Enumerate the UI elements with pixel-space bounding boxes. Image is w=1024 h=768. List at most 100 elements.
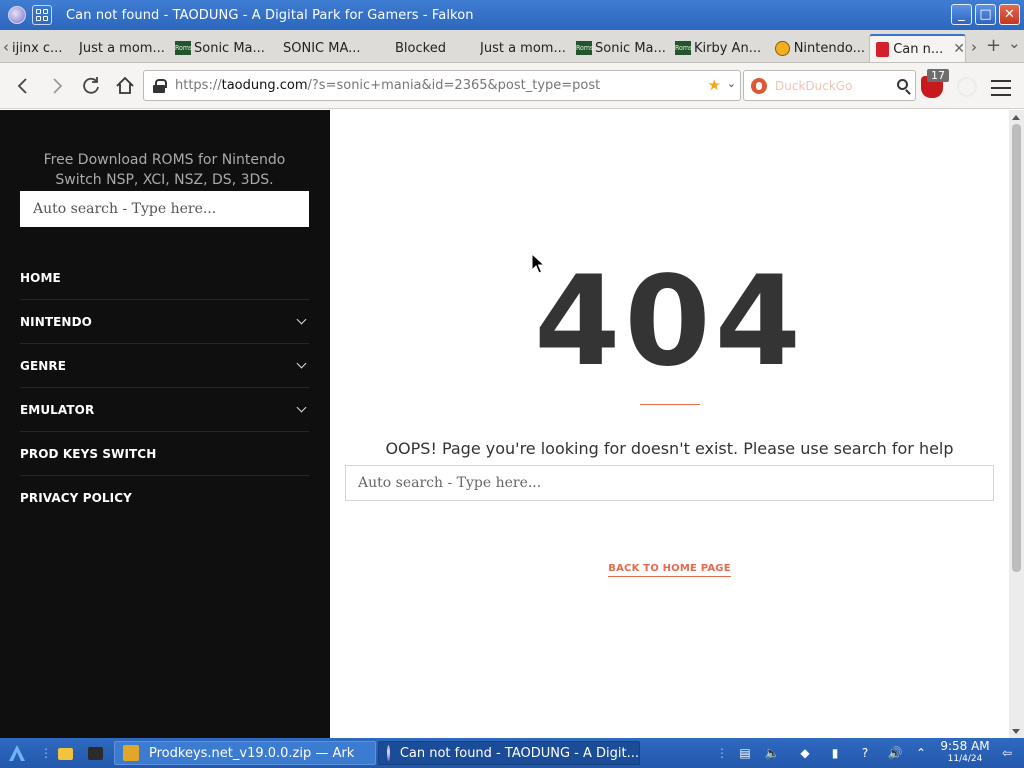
menu-item-label: PROD KEYS SWITCH <box>20 446 157 461</box>
tab-label: Nintendo... <box>793 40 865 56</box>
extension-icon[interactable] <box>957 77 977 97</box>
tray-expand-icon[interactable]: ⌃ <box>913 745 929 761</box>
back-icon[interactable] <box>10 73 36 99</box>
drag-handle-icon[interactable]: ⋮ <box>38 745 54 761</box>
page-scrollbar[interactable] <box>1009 110 1024 738</box>
sidebar-search-input[interactable] <box>20 191 309 227</box>
tab-label: Just a mom... <box>79 40 165 56</box>
maximize-button[interactable]: □ <box>975 4 996 25</box>
close-window-button[interactable]: ✕ <box>999 4 1020 25</box>
tab-label: Sonic Ma... <box>194 40 265 56</box>
chevron-down-icon[interactable] <box>296 358 307 368</box>
back-to-home-link[interactable]: BACK TO HOME PAGE <box>608 563 731 577</box>
tab-8[interactable]: Nintendo... <box>775 34 865 62</box>
tab-scroll-right-icon[interactable]: › <box>971 38 977 56</box>
forward-icon[interactable] <box>44 73 70 99</box>
hamburger-menu-icon[interactable] <box>991 80 1011 101</box>
menu-item-privacy-policy[interactable]: PRIVACY POLICY <box>20 476 309 520</box>
ark-archive-icon <box>123 745 139 761</box>
tab-label: ijinx c... <box>12 40 63 56</box>
clock-date: 11/4/24 <box>947 754 983 764</box>
scrollbar-thumb[interactable] <box>1012 124 1021 572</box>
site-nav-menu: HOME NINTENDO GENRE EMULATOR PROD KEYS S… <box>20 256 309 520</box>
window-menu-icon[interactable] <box>32 5 52 25</box>
tab-7[interactable]: Roms Kirby An... <box>675 34 767 62</box>
tab-list-icon[interactable]: ⌄ <box>1008 34 1021 52</box>
tab-label: Kirby An... <box>694 40 762 56</box>
taskbar-item-label: Prodkeys.net_v19.0.0.zip — Ark <box>149 745 355 761</box>
menu-item-home[interactable]: HOME <box>20 256 309 300</box>
kde-connect-icon[interactable]: ◆ <box>797 745 813 761</box>
error-search-input[interactable] <box>345 465 994 501</box>
volume-icon[interactable]: 🔈 <box>764 745 780 761</box>
menu-item-label: NINTENDO <box>20 314 92 329</box>
tray-handle-icon[interactable]: ⋮ <box>714 745 730 761</box>
scroll-up-arrow-icon[interactable] <box>1012 115 1020 120</box>
falkon-app-icon[interactable] <box>8 6 26 24</box>
roms-icon: Roms <box>675 41 692 55</box>
menu-item-label: HOME <box>20 270 61 285</box>
menu-item-prod-keys-switch[interactable]: PROD KEYS SWITCH <box>20 432 309 476</box>
roms-icon: Roms <box>175 41 192 55</box>
tab-4[interactable]: Blocked <box>395 34 465 62</box>
menu-item-emulator[interactable]: EMULATOR <box>20 388 309 432</box>
back-home-container: BACK TO HOME PAGE <box>330 556 1009 577</box>
tab-6[interactable]: Roms Sonic Ma... <box>576 34 666 62</box>
menu-item-nintendo[interactable]: NINTENDO <box>20 300 309 344</box>
tab-0[interactable]: ijinx c... <box>12 34 72 62</box>
taskbar-item-ark[interactable]: Prodkeys.net_v19.0.0.zip — Ark <box>114 741 376 765</box>
url-path: /?s=sonic+mania&id=2365&post_type=post <box>307 78 601 93</box>
menu-item-genre[interactable]: GENRE <box>20 344 309 388</box>
home-icon[interactable] <box>112 73 138 99</box>
web-search-box[interactable] <box>743 70 916 101</box>
navigation-toolbar: https://taodung.com/?s=sonic+mania&id=23… <box>0 63 1024 109</box>
tab-2[interactable]: Roms Sonic Ma... <box>175 34 265 62</box>
new-tab-icon[interactable]: + <box>986 35 1001 56</box>
tab-label: Just a mom... <box>480 40 566 56</box>
falkon-icon <box>387 745 390 761</box>
reload-icon[interactable] <box>78 73 104 99</box>
tab-active[interactable]: Can n... ✕ <box>869 34 966 62</box>
duckduckgo-icon[interactable] <box>751 77 767 94</box>
tab-1[interactable]: Just a mom... <box>79 34 169 62</box>
accent-divider <box>640 404 700 405</box>
notification-icon[interactable]: ▮ <box>827 745 843 761</box>
taskbar-item-falkon[interactable]: Can not found - TAODUNG - A Digit... <box>378 741 640 765</box>
tab-label: Sonic Ma... <box>595 40 666 56</box>
web-page: Free Download ROMS for Nintendo Switch N… <box>0 110 1024 738</box>
file-manager-icon[interactable] <box>58 748 73 760</box>
terminal-icon[interactable] <box>88 747 103 760</box>
help-icon[interactable]: ? <box>857 745 873 761</box>
taskbar-item-label: Can not found - TAODUNG - A Digit... <box>399 745 639 761</box>
bookmark-star-icon[interactable]: ★ <box>708 76 721 94</box>
tab-bar: ‹ ijinx c... Just a mom... Roms Sonic Ma… <box>0 30 1024 63</box>
tab-3[interactable]: SONIC MA... <box>283 34 373 62</box>
tab-scroll-left-icon[interactable]: ‹ <box>3 38 9 56</box>
scroll-down-arrow-icon[interactable] <box>1012 729 1020 734</box>
window-titlebar: Can not found - TAODUNG - A Digital Park… <box>0 0 1024 30</box>
error-code: 404 <box>534 250 805 394</box>
menu-item-label: EMULATOR <box>20 402 95 417</box>
clipboard-icon[interactable]: ▤ <box>737 745 753 761</box>
tab-5[interactable]: Just a mom... <box>480 34 570 62</box>
site-sidebar: Free Download ROMS for Nintendo Switch N… <box>0 110 330 738</box>
clock-time: 9:58 AM <box>940 739 990 753</box>
show-desktop-icon[interactable]: ⇦ <box>999 745 1015 761</box>
start-menu-icon[interactable] <box>7 744 27 762</box>
tab-label: Can n... <box>893 41 944 57</box>
chevron-down-icon[interactable] <box>296 402 307 412</box>
chevron-down-icon[interactable] <box>296 314 307 324</box>
web-search-input[interactable] <box>775 78 895 93</box>
search-icon[interactable] <box>897 79 908 90</box>
menu-item-label: GENRE <box>20 358 67 373</box>
tab-close-icon[interactable]: ✕ <box>953 41 965 57</box>
taodung-icon <box>876 41 890 57</box>
system-clock[interactable]: 9:58 AM 11/4/24 <box>940 740 990 766</box>
minimize-button[interactable]: _ <box>951 4 972 25</box>
audio-icon[interactable]: 🔊 <box>887 745 903 761</box>
system-taskbar: ⋮ Prodkeys.net_v19.0.0.zip — Ark Can not… <box>0 738 1024 768</box>
tab-label: SONIC MA... <box>283 40 361 56</box>
url-dropdown-chevron-icon[interactable]: ⌄ <box>727 77 736 90</box>
lock-icon[interactable] <box>153 78 167 93</box>
address-bar[interactable]: https://taodung.com/?s=sonic+mania&id=23… <box>143 70 741 101</box>
